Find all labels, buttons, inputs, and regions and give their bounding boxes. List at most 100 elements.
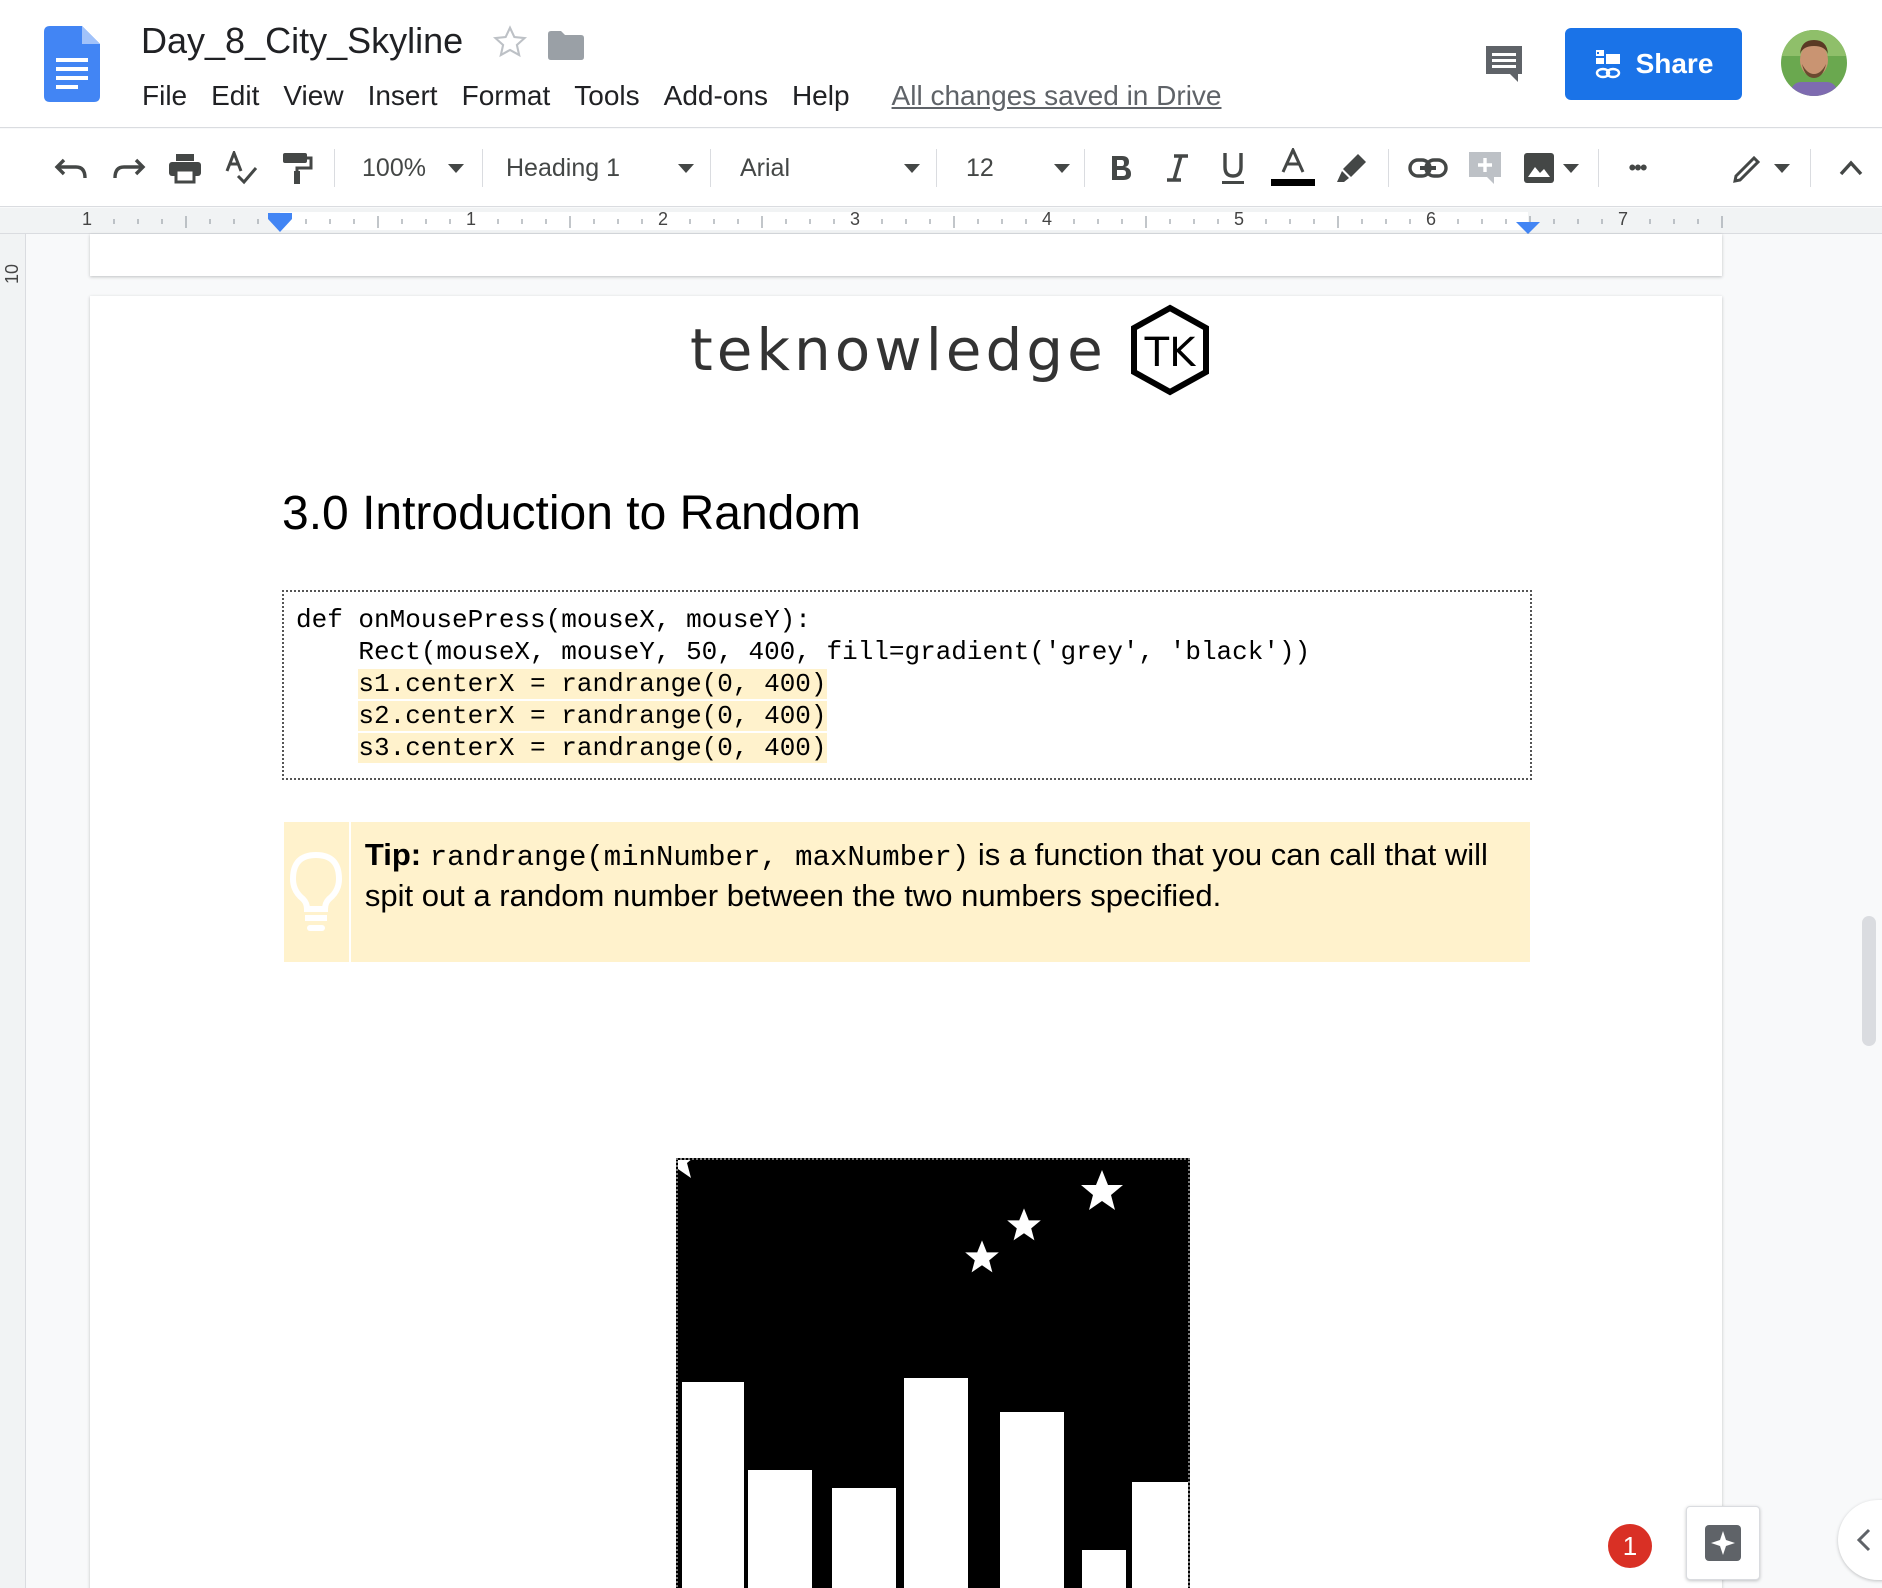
add-comment-icon bbox=[1469, 152, 1501, 184]
tip-label: Tip: bbox=[364, 837, 422, 872]
hide-menus-button[interactable] bbox=[1828, 129, 1874, 207]
font-size-value: 12 bbox=[966, 153, 994, 182]
star-icon[interactable] bbox=[492, 24, 528, 60]
highlight-icon bbox=[1337, 154, 1366, 182]
bold-button[interactable] bbox=[1098, 129, 1144, 207]
pencil-icon bbox=[1733, 155, 1761, 183]
save-status-link[interactable]: All changes saved in Drive bbox=[892, 80, 1222, 112]
text-color-button[interactable] bbox=[1268, 129, 1318, 207]
side-panel-toggle[interactable] bbox=[1838, 1500, 1882, 1580]
menu-format[interactable]: Format bbox=[450, 78, 563, 114]
brand-mark-text: TK bbox=[1143, 330, 1196, 376]
text-color-icon bbox=[1271, 148, 1315, 186]
brand-wordmark: teknowledge bbox=[690, 316, 1107, 384]
zoom-select[interactable]: 100% bbox=[354, 129, 472, 207]
folder-icon[interactable] bbox=[548, 30, 584, 60]
docs-logo-icon[interactable] bbox=[44, 26, 100, 102]
chevron-down-icon bbox=[1563, 163, 1579, 173]
menu-view[interactable]: View bbox=[271, 78, 355, 114]
chevron-down-icon bbox=[678, 163, 694, 173]
code-line: s1.centerX = randrange(0, 400) bbox=[296, 668, 1518, 700]
highlight-button[interactable] bbox=[1328, 129, 1376, 207]
highlighted-code: s1.centerX = randrange(0, 400) bbox=[358, 669, 827, 699]
vertical-ruler[interactable]: 10 bbox=[0, 234, 26, 1588]
collapse-icon bbox=[1839, 160, 1863, 176]
menu-insert[interactable]: Insert bbox=[356, 78, 450, 114]
document-title[interactable]: Day_8_City_Skyline bbox=[141, 20, 463, 62]
menu-file[interactable]: File bbox=[130, 78, 199, 114]
code-line: s2.centerX = randrange(0, 400) bbox=[296, 700, 1518, 732]
comment-history-icon[interactable] bbox=[1480, 40, 1528, 88]
horizontal-ruler[interactable]: 1 1 2 3 4 5 6 7 bbox=[0, 208, 1882, 234]
more-icon: ••• bbox=[1628, 155, 1647, 180]
undo-icon bbox=[54, 158, 87, 179]
ruler-track bbox=[90, 212, 1723, 234]
account-avatar[interactable] bbox=[1781, 30, 1847, 96]
highlighted-code: s3.centerX = randrange(0, 400) bbox=[358, 733, 827, 763]
header-logo: teknowledge TK bbox=[690, 304, 1211, 396]
chevron-left-icon bbox=[1856, 1528, 1871, 1552]
chevron-down-icon bbox=[1054, 163, 1070, 173]
underline-button[interactable] bbox=[1210, 129, 1256, 207]
lightbulb-icon bbox=[290, 851, 343, 931]
share-label: Share bbox=[1635, 48, 1714, 79]
ruler-label: 6 bbox=[1426, 209, 1437, 229]
paragraph-style-select[interactable]: Heading 1 bbox=[506, 129, 694, 207]
share-button[interactable]: Share bbox=[1565, 28, 1742, 100]
toolbar-divider bbox=[334, 149, 335, 187]
document-page[interactable]: teknowledge TK 3.0 Introduction to Rando… bbox=[90, 296, 1722, 1588]
vertical-scrollbar[interactable] bbox=[1862, 916, 1876, 1046]
spellcheck-icon bbox=[225, 151, 258, 185]
menu-edit[interactable]: Edit bbox=[199, 78, 271, 114]
toolbar-divider bbox=[710, 149, 711, 187]
toolbar-divider bbox=[1388, 149, 1389, 187]
tk-hexagon-logo-icon: TK bbox=[1130, 304, 1209, 396]
spellcheck-button[interactable] bbox=[218, 129, 264, 207]
toolbar-divider bbox=[936, 149, 937, 187]
menu-help[interactable]: Help bbox=[780, 78, 862, 114]
avatar-photo bbox=[1781, 30, 1847, 96]
notification-badge[interactable]: 1 bbox=[1608, 1524, 1652, 1568]
toolbar-divider bbox=[482, 149, 483, 187]
add-comment-button[interactable] bbox=[1462, 129, 1508, 207]
font-value: Arial bbox=[740, 153, 791, 182]
redo-icon bbox=[113, 158, 146, 179]
zoom-value: 100% bbox=[362, 153, 426, 182]
undo-button[interactable] bbox=[48, 129, 94, 207]
explore-button[interactable] bbox=[1686, 1506, 1760, 1580]
section-heading[interactable]: 3.0 Introduction to Random bbox=[282, 486, 861, 541]
ruler-label: 7 bbox=[1618, 209, 1629, 229]
toolbar-divider bbox=[1810, 149, 1811, 187]
more-options-button[interactable]: ••• bbox=[1614, 129, 1660, 207]
insert-link-button[interactable] bbox=[1402, 129, 1454, 207]
redo-button[interactable] bbox=[106, 129, 152, 207]
paragraph-style-value: Heading 1 bbox=[506, 153, 620, 182]
font-size-select[interactable]: 12 bbox=[966, 129, 1070, 207]
google-docs-window: Day_8_City_Skyline File Edit View Insert… bbox=[0, 0, 1882, 1588]
formatting-toolbar: 100% Heading 1 Arial 12 ••• bbox=[0, 129, 1882, 207]
previous-page bbox=[90, 234, 1722, 276]
underline-icon bbox=[1222, 153, 1244, 184]
explore-icon bbox=[1705, 1525, 1741, 1561]
tip-text: Tip: randrange(minNumber, maxNumber) is … bbox=[351, 822, 1530, 962]
code-line: def onMousePress(mouseX, mouseY): bbox=[296, 605, 811, 635]
insert-image-button[interactable] bbox=[1518, 129, 1584, 207]
image-icon bbox=[1524, 153, 1554, 183]
font-select[interactable]: Arial bbox=[740, 129, 920, 207]
tip-callout[interactable]: Tip: randrange(minNumber, maxNumber) is … bbox=[284, 822, 1530, 962]
tip-code: randrange(minNumber, maxNumber) bbox=[429, 841, 970, 874]
print-button[interactable] bbox=[162, 129, 208, 207]
menu-addons[interactable]: Add-ons bbox=[652, 78, 780, 114]
code-line: Rect(mouseX, mouseY, 50, 400, fill=gradi… bbox=[296, 637, 1311, 667]
people-icon bbox=[1595, 50, 1620, 79]
paint-format-button[interactable] bbox=[274, 129, 320, 207]
link-icon bbox=[1408, 158, 1448, 178]
menu-bar: File Edit View Insert Format Tools Add-o… bbox=[130, 76, 1222, 116]
italic-button[interactable] bbox=[1154, 129, 1200, 207]
ruler-label: 1 bbox=[82, 209, 93, 229]
editing-mode-select[interactable] bbox=[1726, 129, 1796, 207]
ruler-label: 5 bbox=[1234, 209, 1245, 229]
code-block[interactable]: def onMousePress(mouseX, mouseY): Rect(m… bbox=[282, 590, 1532, 780]
city-skyline-image[interactable] bbox=[676, 1158, 1190, 1588]
menu-tools[interactable]: Tools bbox=[562, 78, 651, 114]
